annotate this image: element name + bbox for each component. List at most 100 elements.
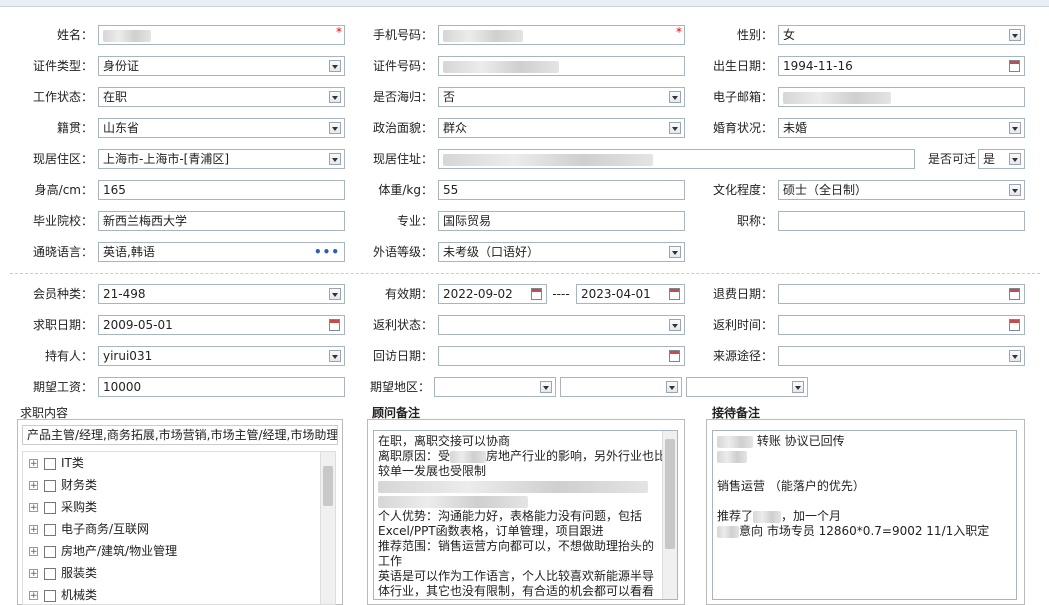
- education-label: 文化程度：: [712, 183, 773, 197]
- political-label: 政治面貌：: [372, 121, 433, 135]
- job-panel: 产品主管/经理,商务拓展,市场营销,市场主管/经理,市场助理 + IT类 + 财务类…: [17, 419, 343, 605]
- dropdown-arrow-icon: [1012, 34, 1018, 38]
- expand-plus-icon[interactable]: +: [29, 569, 38, 579]
- idnum-label: 证件号码：: [372, 59, 433, 73]
- tree-item-it[interactable]: + IT类: [29, 454, 84, 472]
- email-input[interactable]: [778, 87, 1025, 107]
- tree-item-apparel[interactable]: + 服装类: [29, 564, 97, 582]
- expand-plus-icon[interactable]: +: [29, 481, 38, 491]
- job-selected-input[interactable]: 产品主管/经理,商务拓展,市场营销,市场主管/经理,市场助理: [22, 425, 338, 445]
- revisit-label: 回访日期：: [372, 349, 433, 363]
- languages-value: 英语,韩语: [103, 245, 155, 259]
- tree-item-label: 采购类: [61, 500, 98, 514]
- redacted-value: [717, 435, 753, 448]
- note-line: 推荐范围：销售运营方向都可以，不想做助理抬头的: [378, 539, 655, 553]
- area-province-select[interactable]: [434, 377, 556, 397]
- calendar-icon[interactable]: [669, 350, 680, 362]
- languages-input[interactable]: 英语,韩语 •••: [98, 242, 345, 262]
- validity-to-input[interactable]: 2023-04-01: [576, 284, 685, 304]
- calendar-icon[interactable]: [669, 288, 680, 300]
- membertype-value: 21-498: [103, 287, 146, 301]
- tree-item-purchasing[interactable]: + 采购类: [29, 498, 97, 516]
- redacted-value: [378, 480, 648, 493]
- notes-scrollbar[interactable]: [662, 431, 677, 599]
- gender-select[interactable]: 女: [778, 25, 1025, 45]
- tree-item-machinery[interactable]: + 机械类: [29, 586, 97, 604]
- reception-notes-textarea[interactable]: 转账 协议已回传 销售运营 （能落户的优先） 推荐了 ，加一个月 意向 市场专员 …: [712, 430, 1017, 600]
- jobdate-input[interactable]: 2009-05-01: [98, 315, 345, 335]
- refund-date-input[interactable]: [778, 284, 1025, 304]
- membertype-select[interactable]: 21-498: [98, 284, 345, 304]
- advisor-panel: 在职，离职交接可以协商 离职原因：受 房地产行业的影响，另外行业也比 较单一发展也…: [367, 419, 685, 605]
- relocate-label: 是否可迁: [927, 152, 976, 166]
- workstatus-value: 在职: [103, 90, 128, 104]
- rebate-time-input[interactable]: [778, 315, 1025, 335]
- calendar-icon[interactable]: [1009, 288, 1020, 300]
- title-input[interactable]: [778, 211, 1025, 231]
- relocate-select[interactable]: 是: [978, 149, 1025, 169]
- political-select[interactable]: 群众: [438, 118, 685, 138]
- salary-input[interactable]: 10000: [98, 377, 345, 397]
- weight-label: 体重/kg：: [378, 183, 433, 197]
- expand-plus-icon[interactable]: +: [29, 503, 38, 513]
- tree-item-label: 财务类: [61, 478, 98, 492]
- overseas-select[interactable]: 否: [438, 87, 685, 107]
- validity-separator: ----: [552, 287, 570, 301]
- scrollbar-thumb[interactable]: [323, 466, 333, 506]
- weight-input[interactable]: 55: [438, 180, 685, 200]
- more-dots-icon[interactable]: •••: [314, 243, 340, 261]
- idnum-input[interactable]: [438, 56, 685, 76]
- dropdown-arrow-icon: [672, 96, 678, 100]
- tree-item-ecommerce[interactable]: + 电子商务/互联网: [29, 520, 149, 538]
- education-select[interactable]: 硕士（全日制）: [778, 180, 1025, 200]
- checkbox[interactable]: [44, 501, 56, 514]
- tree-item-finance[interactable]: + 财务类: [29, 476, 97, 494]
- region-select[interactable]: 上海市-上海市-[青浦区]: [98, 149, 345, 169]
- address-input[interactable]: [438, 149, 915, 169]
- scrollbar-thumb[interactable]: [665, 439, 675, 549]
- expand-plus-icon[interactable]: +: [29, 525, 38, 535]
- calendar-icon[interactable]: [1009, 319, 1020, 331]
- source-select[interactable]: [778, 346, 1025, 366]
- note-line: 在职，离职交接可以协商: [378, 434, 511, 448]
- checkbox[interactable]: [44, 545, 56, 558]
- advisor-notes-textarea[interactable]: 在职，离职交接可以协商 离职原因：受 房地产行业的影响，另外行业也比 较单一发展也…: [373, 430, 678, 600]
- name-input[interactable]: *: [98, 25, 345, 45]
- holder-value: yirui031: [103, 349, 153, 363]
- tree-scrollbar[interactable]: [320, 452, 335, 604]
- native-select[interactable]: 山东省: [98, 118, 345, 138]
- marital-select[interactable]: 未婚: [778, 118, 1025, 138]
- phone-input[interactable]: *: [438, 25, 685, 45]
- calendar-icon[interactable]: [329, 319, 340, 331]
- required-mark: *: [676, 25, 682, 39]
- checkbox[interactable]: [44, 457, 56, 470]
- validity-from-input[interactable]: 2022-09-02: [438, 284, 547, 304]
- languages-label: 通晓语言：: [32, 245, 93, 259]
- expand-plus-icon[interactable]: +: [29, 591, 38, 601]
- expand-plus-icon[interactable]: +: [29, 459, 38, 469]
- langlevel-select[interactable]: 未考级（口语好）: [438, 242, 685, 262]
- empty-line: [717, 494, 1012, 509]
- height-input[interactable]: 165: [98, 180, 345, 200]
- checkbox[interactable]: [44, 589, 56, 602]
- revisit-date-input[interactable]: [438, 346, 685, 366]
- tree-item-realestate[interactable]: + 房地产/建筑/物业管理: [29, 542, 177, 560]
- calendar-icon[interactable]: [531, 288, 542, 300]
- birth-date-input[interactable]: 1994-11-16: [778, 56, 1025, 76]
- expand-plus-icon[interactable]: +: [29, 547, 38, 557]
- idtype-select[interactable]: 身份证: [98, 56, 345, 76]
- checkbox[interactable]: [44, 567, 56, 580]
- rebate-status-select[interactable]: [438, 315, 685, 335]
- area-district-select[interactable]: [686, 377, 808, 397]
- checkbox[interactable]: [44, 523, 56, 536]
- calendar-icon[interactable]: [1009, 60, 1020, 72]
- holder-select[interactable]: yirui031: [98, 346, 345, 366]
- dropdown-arrow-icon: [1012, 158, 1018, 162]
- area-city-select[interactable]: [560, 377, 682, 397]
- school-input[interactable]: 新西兰梅西大学: [98, 211, 345, 231]
- workstatus-select[interactable]: 在职: [98, 87, 345, 107]
- note-line: 转账 协议已回传: [717, 434, 1012, 449]
- major-input[interactable]: 国际贸易: [438, 211, 685, 231]
- checkbox[interactable]: [44, 479, 56, 492]
- redacted-value: [717, 525, 739, 538]
